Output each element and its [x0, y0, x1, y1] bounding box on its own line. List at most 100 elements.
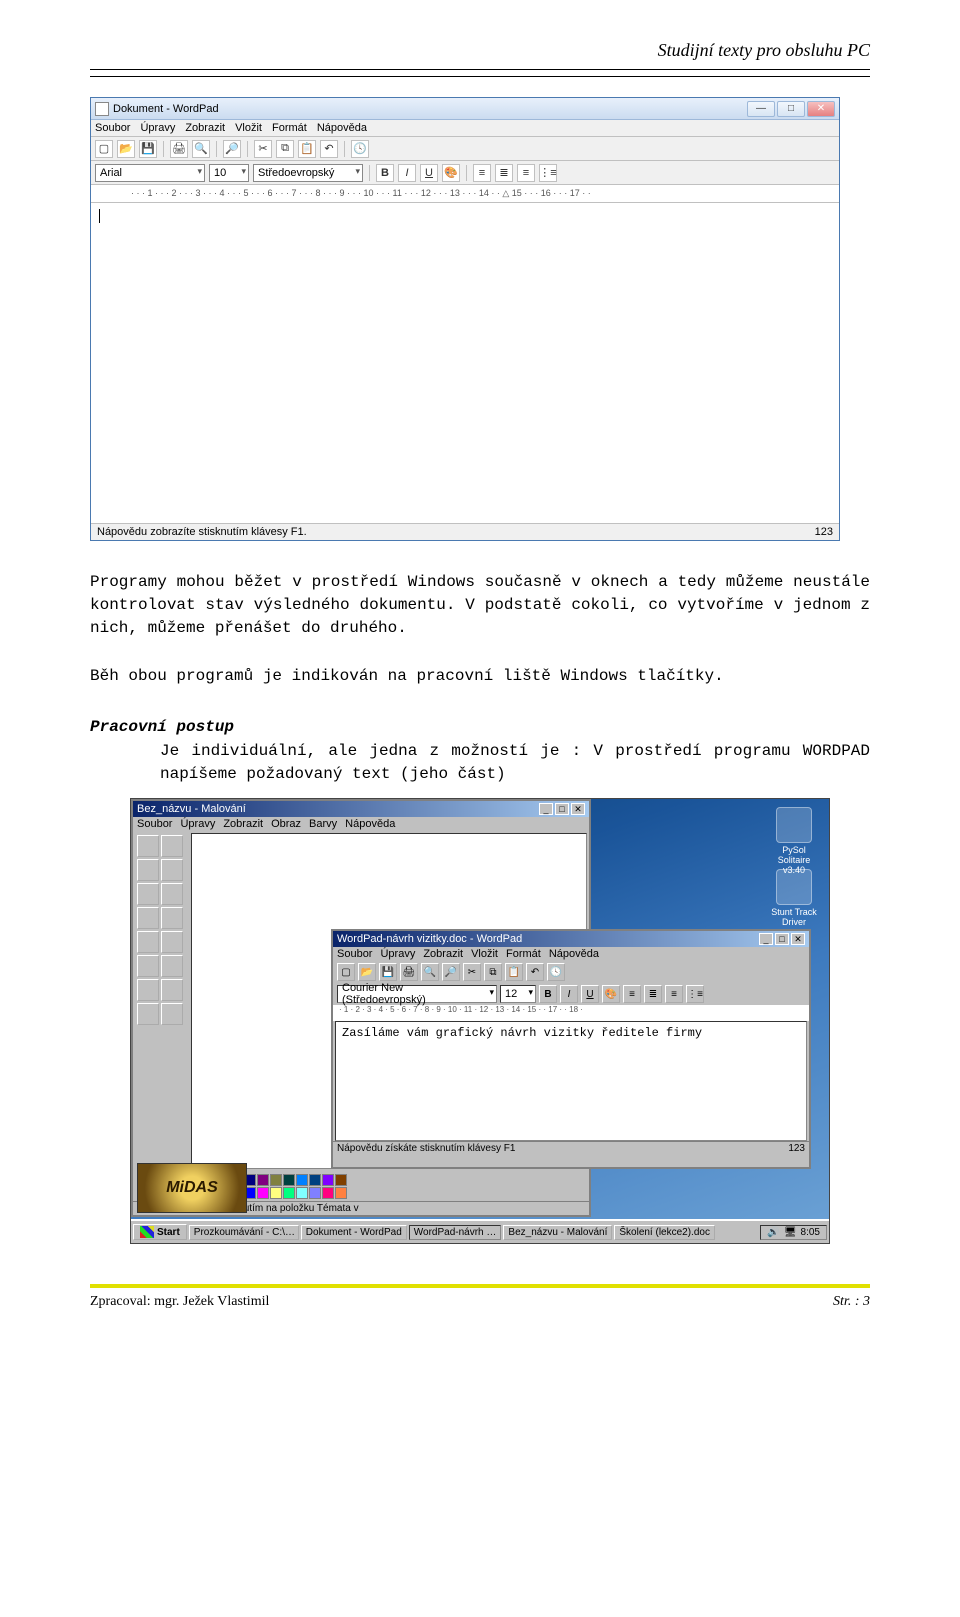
preview-icon[interactable]: 🔍 [421, 963, 439, 981]
font-combo[interactable]: Courier New (Středoevropský) [337, 985, 497, 1003]
tray-icon[interactable]: 🔊 [767, 1227, 779, 1238]
palette-color[interactable] [296, 1187, 308, 1199]
start-button[interactable]: Start [133, 1224, 187, 1240]
new-icon[interactable]: ▢ [95, 140, 113, 158]
align-center-icon[interactable]: ≣ [495, 164, 513, 182]
taskbar-item[interactable]: Dokument - WordPad [301, 1225, 407, 1240]
print-icon[interactable]: 🖨 [400, 963, 418, 981]
tool-polygon-icon[interactable] [161, 979, 183, 1001]
menu-item[interactable]: Obraz [271, 818, 301, 830]
align-right-icon[interactable]: ≡ [517, 164, 535, 182]
close-button[interactable]: ✕ [791, 933, 805, 945]
desktop-icon-pysol[interactable]: PySol Solitaire v3.40 [767, 807, 821, 875]
palette-color[interactable] [283, 1187, 295, 1199]
menu-item[interactable]: Úpravy [380, 948, 415, 960]
menu-napoveda[interactable]: Nápověda [317, 122, 367, 134]
minimize-button[interactable]: — [747, 101, 775, 117]
maximize-button[interactable]: □ [777, 101, 805, 117]
bold-icon[interactable]: B [376, 164, 394, 182]
underline-icon[interactable]: U [581, 985, 599, 1003]
taskbar-item[interactable]: Bez_názvu - Malování [503, 1225, 612, 1240]
find-icon[interactable]: 🔎 [442, 963, 460, 981]
color-icon[interactable]: 🎨 [442, 164, 460, 182]
datetime-icon[interactable]: 🕓 [547, 963, 565, 981]
align-right-icon[interactable]: ≡ [665, 985, 683, 1003]
preview-icon[interactable]: 🔍 [192, 140, 210, 158]
menu-item[interactable]: Nápověda [549, 948, 599, 960]
menu-item[interactable]: Nápověda [345, 818, 395, 830]
taskbar-item[interactable]: Školení (lekce2).doc [614, 1225, 715, 1240]
tool-pencil-icon[interactable] [137, 907, 159, 929]
tool-text-icon[interactable] [161, 931, 183, 953]
menu-item[interactable]: Zobrazit [223, 818, 263, 830]
paste-icon[interactable]: 📋 [505, 963, 523, 981]
bullets-icon[interactable]: ⋮≡ [539, 164, 557, 182]
italic-icon[interactable]: I [560, 985, 578, 1003]
menu-upravy[interactable]: Úpravy [140, 122, 175, 134]
menu-item[interactable]: Vložit [471, 948, 498, 960]
menu-soubor[interactable]: Soubor [95, 122, 130, 134]
palette-color[interactable] [335, 1187, 347, 1199]
wordpad98-titlebar[interactable]: WordPad-návrh vizitky.doc - WordPad _ □ … [333, 931, 809, 947]
underline-icon[interactable]: U [420, 164, 438, 182]
minimize-button[interactable]: _ [759, 933, 773, 945]
new-icon[interactable]: ▢ [337, 963, 355, 981]
charset-combo[interactable]: Středoevropský [253, 164, 363, 182]
font-combo[interactable]: Arial [95, 164, 205, 182]
menu-item[interactable]: Úpravy [180, 818, 215, 830]
print-icon[interactable]: 🖨 [170, 140, 188, 158]
menu-item[interactable]: Zobrazit [423, 948, 463, 960]
cut-icon[interactable]: ✂ [254, 140, 272, 158]
taskbar-item[interactable]: Prozkoumávání - C:\… [189, 1225, 299, 1240]
palette-color[interactable] [296, 1174, 308, 1186]
menu-item[interactable]: Soubor [337, 948, 372, 960]
maximize-button[interactable]: □ [555, 803, 569, 815]
fontsize-combo[interactable]: 10 [209, 164, 249, 182]
palette-color[interactable] [322, 1187, 334, 1199]
menu-format[interactable]: Formát [272, 122, 307, 134]
tool-eraser-icon[interactable] [137, 859, 159, 881]
align-left-icon[interactable]: ≡ [623, 985, 641, 1003]
palette-color[interactable] [270, 1187, 282, 1199]
tool-spray-icon[interactable] [137, 931, 159, 953]
tool-ellipse-icon[interactable] [137, 1003, 159, 1025]
menu-zobrazit[interactable]: Zobrazit [185, 122, 225, 134]
tool-fill-icon[interactable] [161, 859, 183, 881]
menu-item[interactable]: Barvy [309, 818, 337, 830]
menu-vlozit[interactable]: Vložit [235, 122, 262, 134]
open-icon[interactable]: 📂 [358, 963, 376, 981]
palette-color[interactable] [257, 1174, 269, 1186]
copy-icon[interactable]: ⧉ [484, 963, 502, 981]
italic-icon[interactable]: I [398, 164, 416, 182]
palette-color[interactable] [309, 1187, 321, 1199]
desktop-icon-stunt[interactable]: Stunt Track Driver [767, 869, 821, 927]
cut-icon[interactable]: ✂ [463, 963, 481, 981]
palette-color[interactable] [270, 1174, 282, 1186]
close-button[interactable]: ✕ [807, 101, 835, 117]
minimize-button[interactable]: _ [539, 803, 553, 815]
bullets-icon[interactable]: ⋮≡ [686, 985, 704, 1003]
align-center-icon[interactable]: ≣ [644, 985, 662, 1003]
editor-area[interactable]: Zasíláme vám grafický návrh vizitky ředi… [335, 1021, 807, 1141]
tool-picker-icon[interactable] [137, 883, 159, 905]
close-button[interactable]: ✕ [571, 803, 585, 815]
paste-icon[interactable]: 📋 [298, 140, 316, 158]
editor-area[interactable] [91, 203, 839, 523]
ruler[interactable]: · · · 1 · · · 2 · · · 3 · · · 4 · · · 5 … [91, 185, 839, 203]
tool-rect-icon[interactable] [137, 979, 159, 1001]
palette-color[interactable] [335, 1174, 347, 1186]
paint-titlebar[interactable]: Bez_názvu - Malování _ □ ✕ [133, 801, 589, 817]
tool-brush-icon[interactable] [161, 907, 183, 929]
system-tray[interactable]: 🔊 🖥 8:05 [760, 1225, 827, 1240]
tool-zoom-icon[interactable] [161, 883, 183, 905]
copy-icon[interactable]: ⧉ [276, 140, 294, 158]
palette-color[interactable] [309, 1174, 321, 1186]
tool-select-icon[interactable] [161, 835, 183, 857]
datetime-icon[interactable]: 🕓 [351, 140, 369, 158]
titlebar[interactable]: Dokument - WordPad — □ ✕ [91, 98, 839, 120]
menu-item[interactable]: Formát [506, 948, 541, 960]
menu-item[interactable]: Soubor [137, 818, 172, 830]
tool-curve-icon[interactable] [161, 955, 183, 977]
taskbar-item-active[interactable]: WordPad-návrh … [409, 1225, 502, 1240]
align-left-icon[interactable]: ≡ [473, 164, 491, 182]
